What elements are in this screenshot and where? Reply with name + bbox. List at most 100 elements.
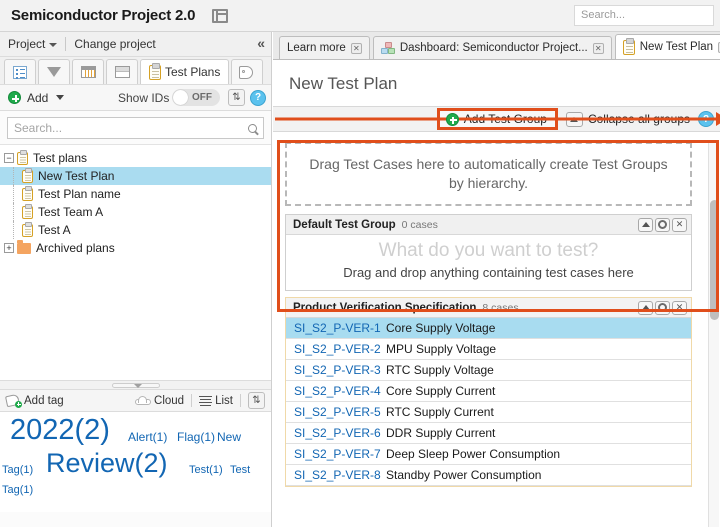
test-group-count: 8 cases: [482, 302, 518, 314]
global-search-input[interactable]: Search...: [574, 5, 714, 26]
tag-cloud-item[interactable]: Alert(1): [128, 430, 167, 444]
tree-item[interactable]: Test Plan name: [0, 185, 271, 203]
plus-circle-icon: [446, 113, 459, 126]
collapse-icon[interactable]: [638, 301, 653, 315]
test-plans-button[interactable]: Test Plans: [140, 59, 229, 84]
add-tag-icon[interactable]: [6, 395, 21, 407]
test-case-id[interactable]: SI_S2_P-VER-7: [286, 447, 386, 461]
tag-cloud-item[interactable]: Flag(1): [177, 430, 215, 444]
tree-item[interactable]: −Test plans: [0, 149, 271, 167]
tab-learn-more[interactable]: Learn more ✕: [279, 36, 370, 59]
tree-indent: [4, 203, 22, 221]
test-case-id[interactable]: SI_S2_P-VER-5: [286, 405, 386, 419]
test-case-name: Core Supply Voltage: [386, 321, 495, 335]
change-project-link[interactable]: Change project: [66, 37, 163, 51]
splitter-grip: [112, 383, 160, 388]
tag-cloud-item[interactable]: Test: [230, 464, 250, 476]
test-case-row[interactable]: SI_S2_P-VER-5RTC Supply Current: [286, 402, 691, 423]
test-case-id[interactable]: SI_S2_P-VER-2: [286, 342, 386, 356]
test-case-row[interactable]: SI_S2_P-VER-6DDR Supply Current: [286, 423, 691, 444]
tree-expander-icon[interactable]: +: [4, 243, 14, 253]
tab-label: New Test Plan: [640, 41, 713, 53]
close-icon[interactable]: ✕: [593, 43, 604, 54]
test-case-row[interactable]: SI_S2_P-VER-7Deep Sleep Power Consumptio…: [286, 444, 691, 465]
close-icon[interactable]: ✕: [672, 301, 687, 315]
tag-cloud-item[interactable]: Tag(1): [2, 464, 33, 476]
empty-group-body[interactable]: What do you want to test?Drag and drop a…: [286, 235, 691, 290]
clipboard-icon: [149, 65, 161, 80]
toggle-state-label: OFF: [192, 92, 212, 103]
test-case-row[interactable]: SI_S2_P-VER-2MPU Supply Voltage: [286, 339, 691, 360]
test-case-id[interactable]: SI_S2_P-VER-3: [286, 363, 386, 377]
window-button[interactable]: [106, 59, 138, 84]
left-sidebar: Project Change project « Test Plans: [0, 32, 272, 527]
refresh-icon[interactable]: ⇅: [248, 392, 265, 409]
grid-icon: [81, 66, 96, 78]
test-case-name: Core Supply Current: [386, 384, 495, 398]
collapse-icon[interactable]: [638, 218, 653, 232]
add-tag-label[interactable]: Add tag: [24, 395, 64, 407]
list-view-label[interactable]: List: [215, 395, 233, 407]
test-case-id[interactable]: SI_S2_P-VER-8: [286, 468, 386, 482]
close-icon[interactable]: ✕: [672, 218, 687, 232]
tree-item[interactable]: New Test Plan: [0, 167, 271, 185]
close-icon[interactable]: ✕: [351, 43, 362, 54]
tag-cloud-item[interactable]: Test(1): [189, 464, 223, 476]
tree-item[interactable]: Test A: [0, 221, 271, 239]
test-case-row[interactable]: SI_S2_P-VER-1Core Supply Voltage: [286, 318, 691, 339]
search-input[interactable]: Search...: [7, 117, 264, 139]
tree-item[interactable]: + Archived plans: [0, 239, 271, 257]
help-icon[interactable]: ?: [250, 90, 266, 106]
application-window: Semiconductor Project 2.0 Search... Proj…: [0, 0, 720, 527]
chevron-down-icon[interactable]: [56, 95, 64, 100]
cloud-view-label[interactable]: Cloud: [154, 395, 184, 407]
scrollbar-thumb[interactable]: [710, 200, 719, 320]
list-view-button[interactable]: [4, 59, 36, 84]
tag-cloud-item[interactable]: 2022(2): [10, 414, 110, 447]
test-case-row[interactable]: SI_S2_P-VER-8Standby Power Consumption: [286, 465, 691, 486]
collapse-sidebar-icon[interactable]: «: [257, 35, 263, 51]
test-case-row[interactable]: SI_S2_P-VER-4Core Supply Current: [286, 381, 691, 402]
tags-button[interactable]: [231, 59, 263, 84]
project-bar: Project Change project «: [0, 32, 271, 57]
tree-item-label: Archived plans: [36, 241, 115, 255]
tag-cloud: 2022(2) Alert(1) Flag(1)New Tag(1) Review(2)…: [0, 412, 271, 512]
sidebar-search-row: Search...: [0, 111, 271, 144]
pane-splitter[interactable]: [0, 380, 271, 390]
tab-strip: Learn more✕Dashboard: Semiconductor Proj…: [273, 32, 720, 60]
tag-cloud-item[interactable]: Tag(1): [2, 484, 33, 496]
show-ids-toggle[interactable]: OFF: [172, 89, 220, 106]
test-case-id[interactable]: SI_S2_P-VER-1: [286, 321, 386, 335]
layout-panel-icon[interactable]: [212, 9, 228, 23]
test-case-row[interactable]: SI_S2_P-VER-3RTC Supply Voltage: [286, 360, 691, 381]
tab-label: Learn more: [287, 42, 346, 54]
tree-expander-icon[interactable]: −: [4, 153, 14, 163]
tab-dashboard-semiconductor-project[interactable]: Dashboard: Semiconductor Project...✕: [373, 36, 612, 59]
add-button-label[interactable]: Add: [27, 91, 48, 105]
test-case-name: RTC Supply Current: [386, 405, 494, 419]
filter-button[interactable]: [38, 59, 70, 84]
clipboard-icon: [22, 170, 33, 183]
test-group: Default Test Group0 cases✕What do you wa…: [285, 214, 692, 291]
project-dropdown[interactable]: Project: [0, 37, 65, 51]
test-case-id[interactable]: SI_S2_P-VER-4: [286, 384, 386, 398]
cloud-icon[interactable]: [135, 396, 151, 405]
tree-item-label: Test Team A: [38, 205, 103, 219]
tab-new-test-plan[interactable]: New Test Plan✕: [615, 34, 720, 59]
test-case-name: Standby Power Consumption: [386, 468, 541, 482]
plus-circle-icon[interactable]: [8, 91, 21, 104]
refresh-icon[interactable]: ⇅: [228, 89, 245, 106]
test-case-id[interactable]: SI_S2_P-VER-6: [286, 426, 386, 440]
settings-icon[interactable]: [655, 301, 670, 315]
list-icon[interactable]: [199, 396, 212, 406]
title-bar: Semiconductor Project 2.0 Search...: [0, 0, 720, 32]
hierarchy-dropzone[interactable]: Drag Test Cases here to automatically cr…: [285, 142, 692, 206]
tree-item[interactable]: Test Team A: [0, 203, 271, 221]
test-group-header: Default Test Group0 cases✕: [286, 215, 691, 235]
vertical-scrollbar[interactable]: [708, 142, 719, 527]
empty-group-headline: What do you want to test?: [286, 239, 691, 263]
grid-button[interactable]: [72, 59, 104, 84]
tag-cloud-item[interactable]: Review(2): [46, 448, 168, 479]
tag-cloud-item[interactable]: New: [217, 430, 241, 444]
settings-icon[interactable]: [655, 218, 670, 232]
